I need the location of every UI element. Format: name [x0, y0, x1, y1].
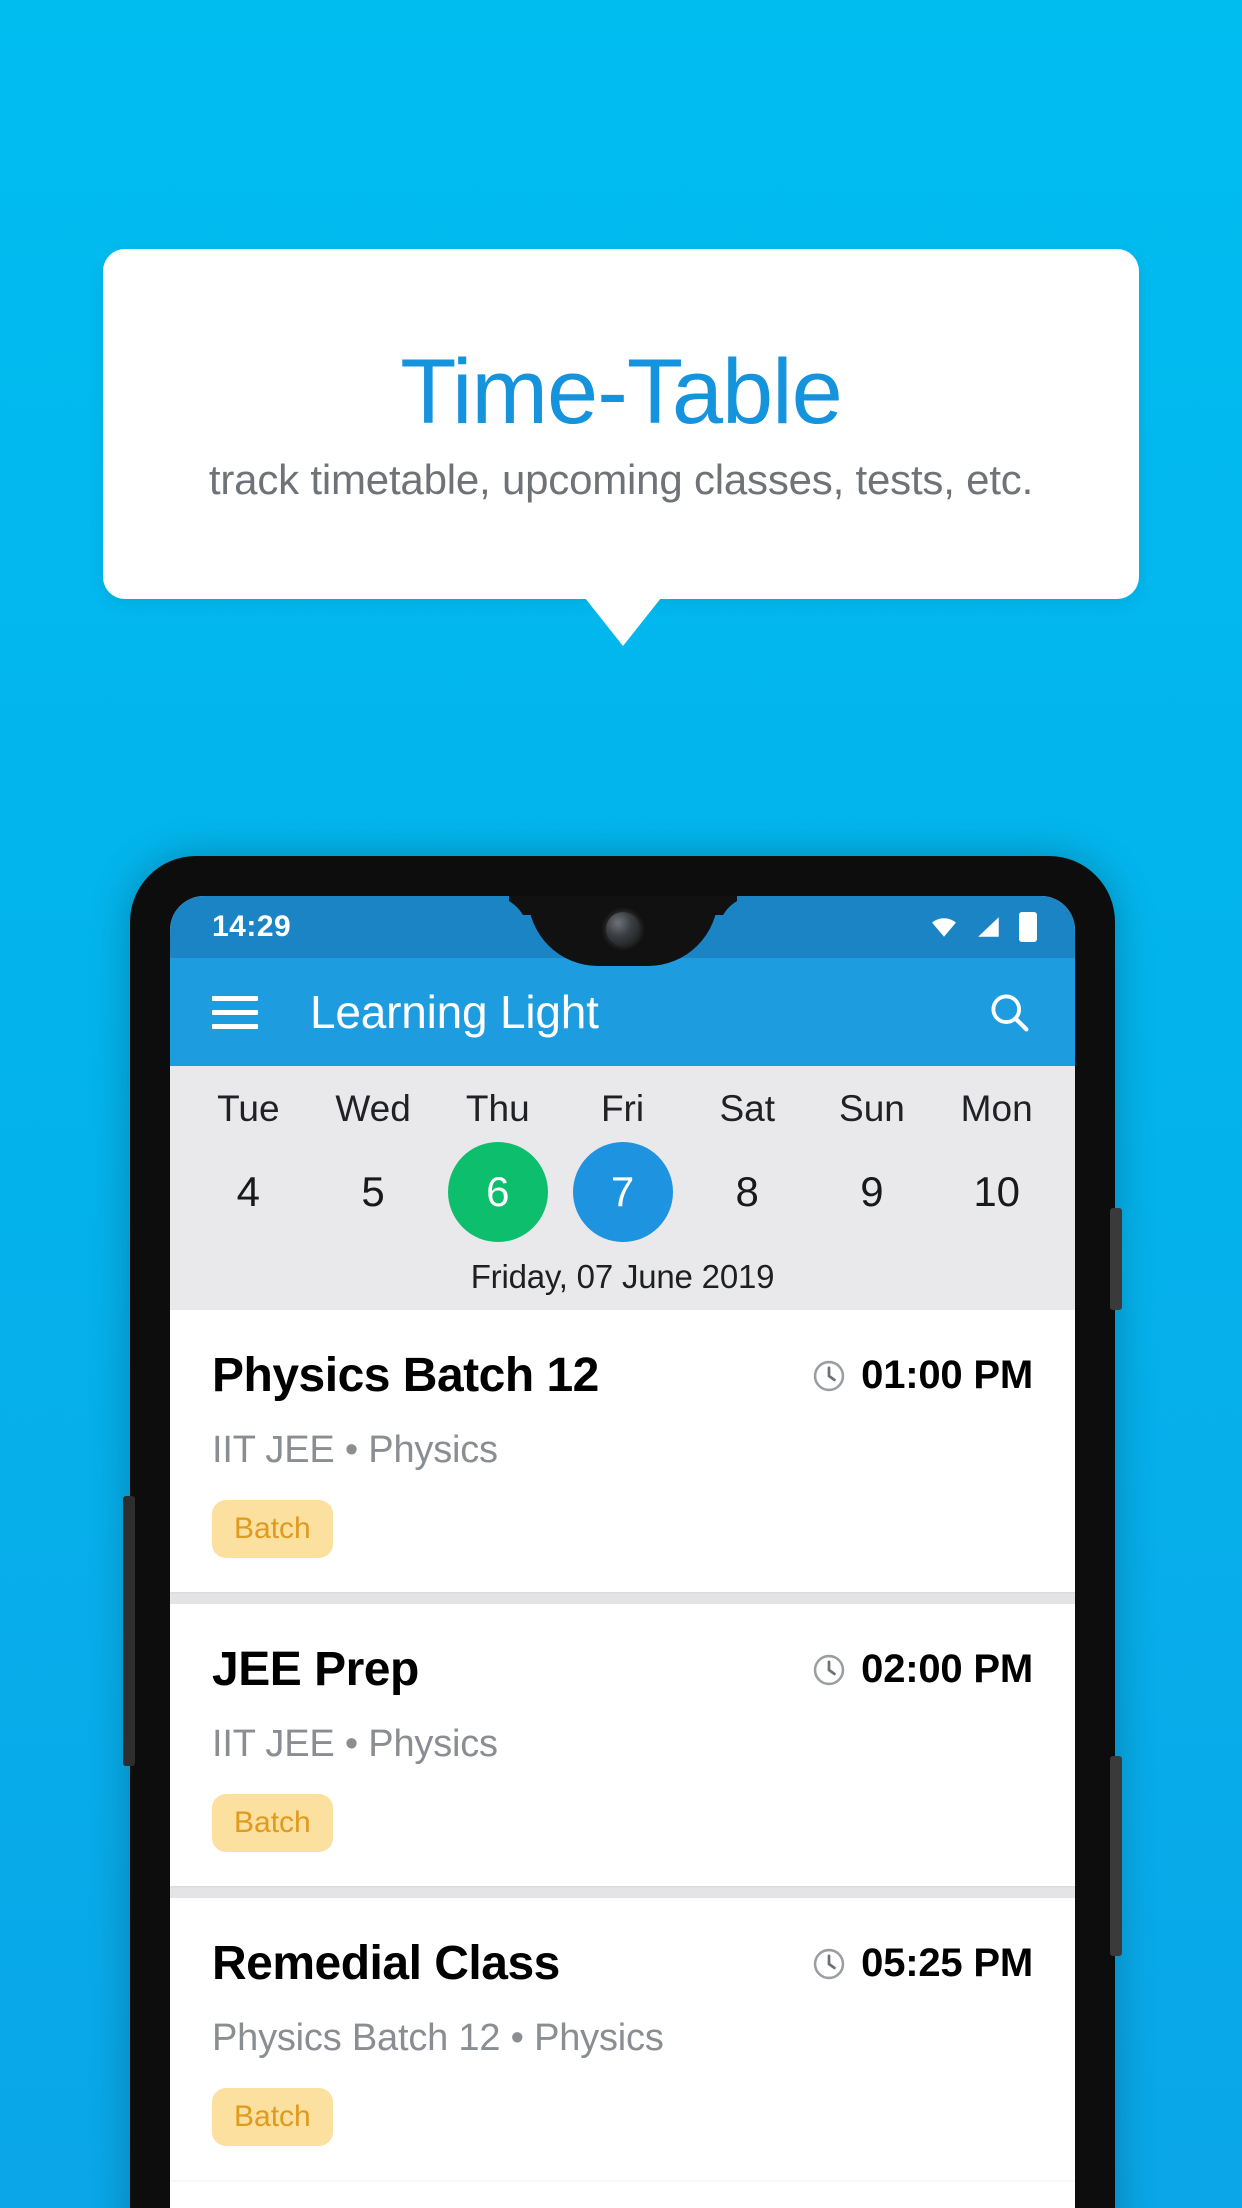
class-title: JEE Prep — [212, 1643, 419, 1696]
day-name: Sun — [839, 1088, 905, 1129]
list-item[interactable]: Physics Batch 12 01:00 PM IIT JEE • Phys… — [170, 1310, 1075, 1592]
class-title: Physics Batch 12 — [212, 1349, 599, 1402]
promo-card-tail — [585, 598, 661, 646]
day-number: 8 — [735, 1168, 759, 1215]
phone-screen: 14:29 Learning Light Tue 4 Wed 5 Thu 6 F… — [170, 896, 1075, 2208]
clock-icon — [813, 1948, 845, 1979]
battery-icon — [1019, 912, 1037, 942]
class-subtitle: IIT JEE • Physics — [212, 1429, 498, 1471]
list-item[interactable]: Remedial Class 05:25 PM Physics Batch 12… — [170, 1898, 1075, 2180]
class-title: Remedial Class — [212, 1937, 560, 1990]
wifi-icon — [932, 918, 956, 937]
phone-bezel: 14:29 Learning Light Tue 4 Wed 5 Thu 6 F… — [170, 896, 1075, 2208]
class-subtitle: IIT JEE • Physics — [212, 1723, 498, 1765]
class-list: Physics Batch 12 01:00 PM IIT JEE • Phys… — [170, 1310, 1075, 2180]
day-name: Mon — [960, 1088, 1033, 1129]
day-number: 4 — [236, 1168, 261, 1215]
card-header: Remedial Class 05:25 PM — [212, 1936, 1033, 1991]
clock-icon — [813, 1654, 845, 1685]
day-name: Wed — [335, 1088, 411, 1129]
day-number: 9 — [860, 1168, 884, 1215]
app-title: Learning Light — [310, 986, 599, 1038]
status-badge: Batch — [212, 1794, 333, 1852]
class-time-group: 02:00 PM — [811, 1647, 1033, 1692]
day-item-sat[interactable]: Sat 8 — [685, 1088, 810, 1242]
hamburger-menu-icon[interactable] — [212, 995, 258, 1029]
day-name: Tue — [217, 1088, 280, 1129]
day-item-thu[interactable]: Thu 6 — [435, 1088, 560, 1242]
day-number: 5 — [361, 1168, 385, 1215]
page-title: Time-Table — [400, 340, 843, 443]
status-bar-icons — [929, 912, 1037, 942]
front-camera-icon — [605, 912, 640, 946]
day-number-selected: 7 — [572, 1142, 673, 1242]
class-time: 05:25 PM — [861, 1941, 1033, 1985]
promo-card: Time-Table track timetable, upcoming cla… — [103, 249, 1139, 599]
day-number-today: 6 — [447, 1142, 548, 1242]
day-item-mon[interactable]: Mon 10 — [934, 1088, 1059, 1242]
day-name: Sat — [719, 1088, 775, 1129]
day-item-fri[interactable]: Fri 7 — [560, 1088, 685, 1242]
card-header: JEE Prep 02:00 PM — [212, 1642, 1033, 1697]
day-item-wed[interactable]: Wed 5 — [311, 1088, 436, 1242]
day-item-tue[interactable]: Tue 4 — [186, 1088, 311, 1242]
signal-icon — [978, 917, 999, 937]
page-subtitle: track timetable, upcoming classes, tests… — [208, 456, 1034, 504]
selected-date-label: Friday, 07 June 2019 — [470, 1258, 775, 1295]
status-bar-clock: 14:29 — [212, 910, 292, 943]
phone-side-button-left[interactable] — [123, 1496, 135, 1766]
clock-icon — [813, 1360, 845, 1391]
day-name: Fri — [600, 1088, 645, 1129]
day-number: 10 — [973, 1168, 1021, 1215]
class-time: 01:00 PM — [861, 1353, 1033, 1397]
class-subtitle: Physics Batch 12 • Physics — [212, 2017, 664, 2059]
app-bar: Learning Light — [170, 958, 1075, 1066]
status-badge: Batch — [212, 2088, 333, 2146]
day-name: Thu — [465, 1088, 530, 1129]
day-list: Tue 4 Wed 5 Thu 6 Fri 7 Sat 8 Sun 9 Mon … — [170, 1088, 1075, 1242]
list-item[interactable]: JEE Prep 02:00 PM IIT JEE • Physics Batc… — [170, 1604, 1075, 1886]
class-time: 02:00 PM — [861, 1647, 1033, 1691]
status-badge: Batch — [212, 1500, 333, 1558]
phone-power-button[interactable] — [1110, 1208, 1122, 1310]
phone-volume-button[interactable] — [1110, 1756, 1122, 1956]
class-time-group: 05:25 PM — [811, 1941, 1033, 1986]
date-strip: Tue 4 Wed 5 Thu 6 Fri 7 Sat 8 Sun 9 Mon … — [170, 1066, 1075, 1310]
day-item-sun[interactable]: Sun 9 — [810, 1088, 935, 1242]
search-icon[interactable] — [987, 990, 1031, 1034]
card-header: Physics Batch 12 01:00 PM — [212, 1348, 1033, 1403]
phone-mockup: 14:29 Learning Light Tue 4 Wed 5 Thu 6 F… — [123, 856, 1122, 2208]
class-time-group: 01:00 PM — [811, 1353, 1033, 1398]
